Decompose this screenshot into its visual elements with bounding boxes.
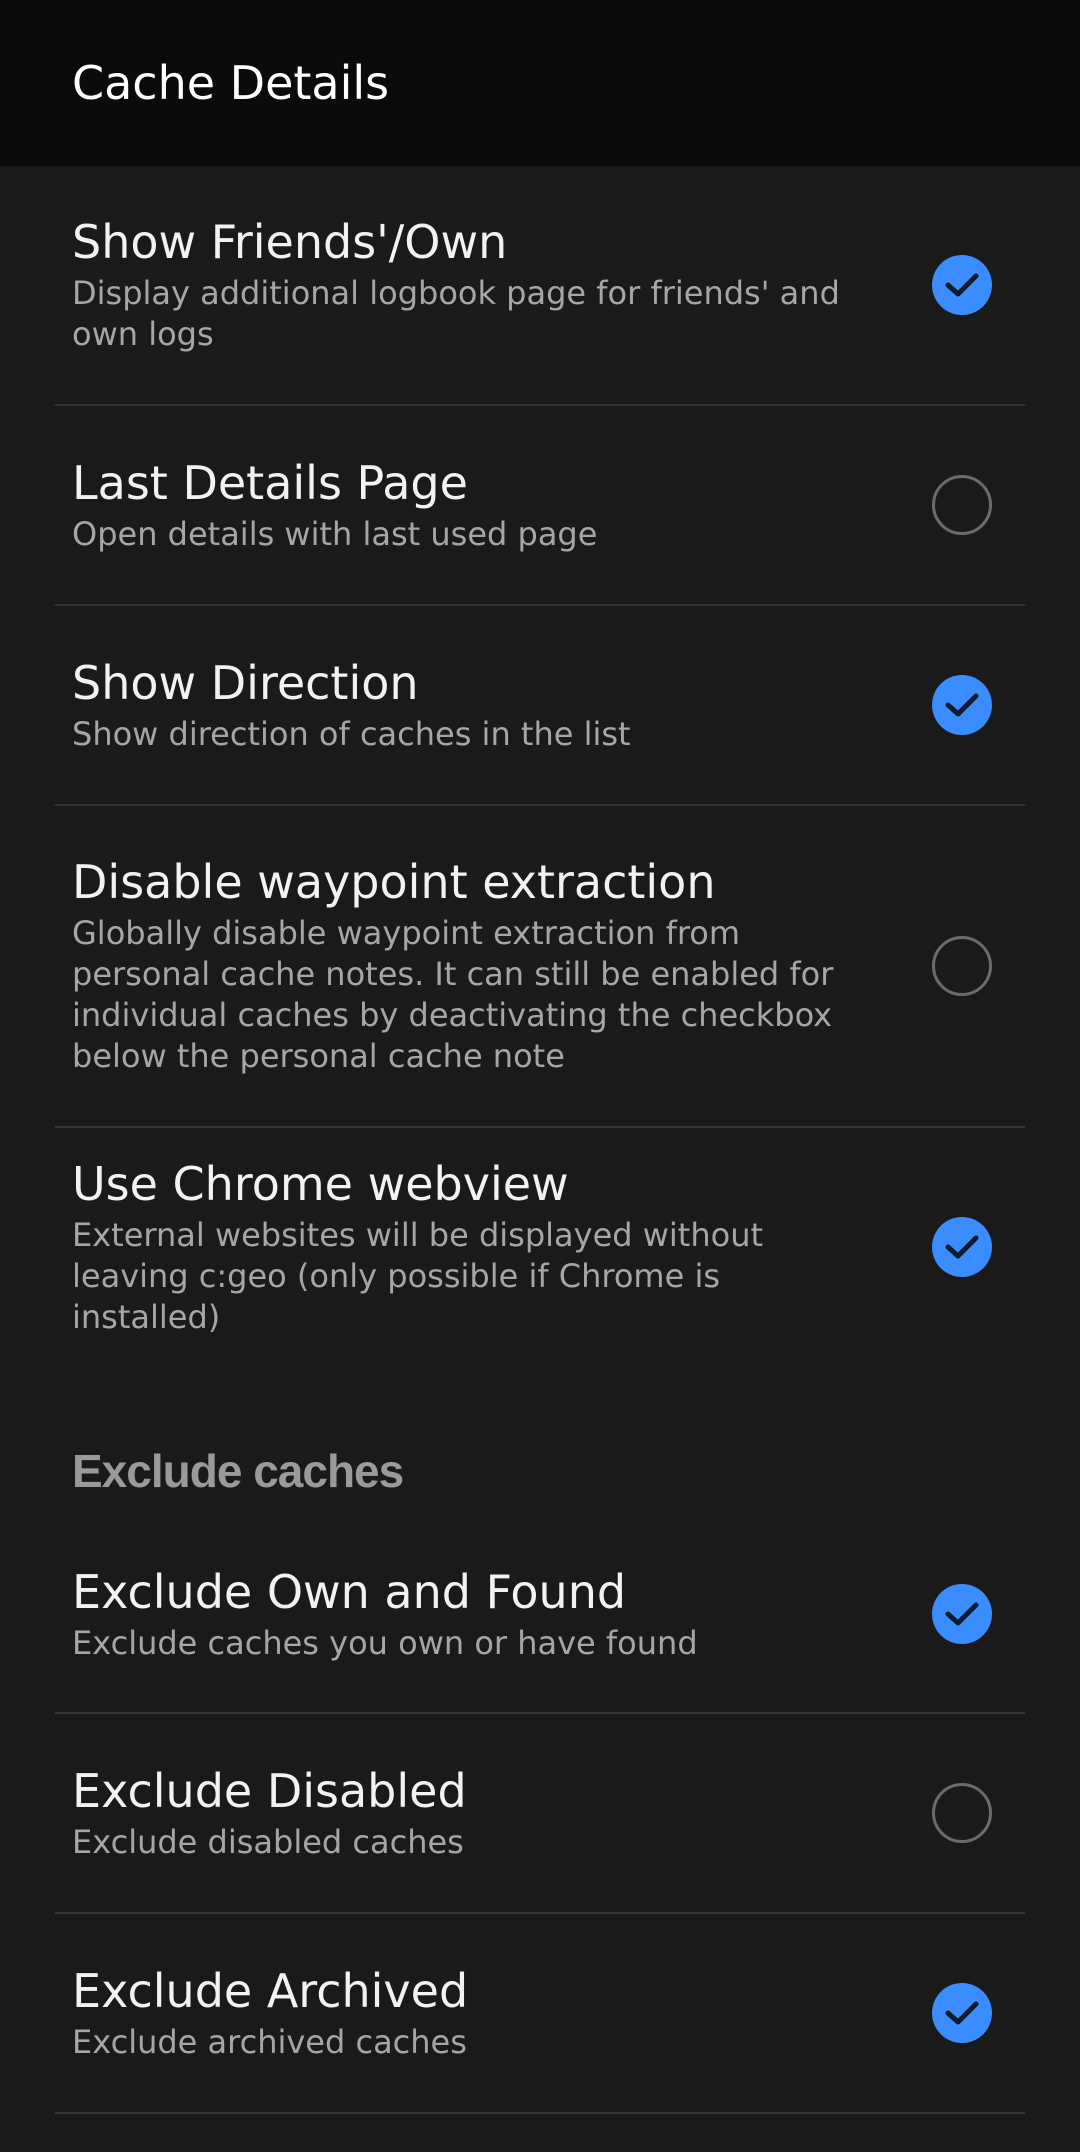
- setting-title: Show Friends'/Own: [72, 215, 508, 269]
- section-title: Exclude caches: [72, 1445, 404, 1497]
- setting-exclude-archived[interactable]: Exclude Archived Exclude archived caches: [0, 1914, 1080, 2112]
- setting-subtitle: Display additional logbook page for frie…: [72, 274, 840, 353]
- setting-show-friends-own[interactable]: Show Friends'/Own Display additional log…: [0, 166, 1080, 404]
- setting-title: Disable waypoint extraction: [72, 855, 716, 909]
- check-icon: [945, 1602, 979, 1626]
- setting-subtitle: Open details with last used page: [72, 514, 598, 553]
- setting-subtitle: Exclude disabled caches: [72, 1822, 464, 1861]
- checkbox-show-direction[interactable]: [932, 675, 992, 735]
- setting-title: Exclude Archived: [72, 1963, 469, 2018]
- checkbox-exclude-own-found[interactable]: [932, 1584, 992, 1644]
- checkbox-show-friends-own[interactable]: [932, 255, 992, 315]
- setting-subtitle: Globally disable waypoint extraction fro…: [72, 914, 834, 1075]
- setting-exclude-own-found[interactable]: Exclude Own and Found Exclude caches you…: [0, 1516, 1080, 1712]
- setting-use-chrome-webview[interactable]: Use Chrome webview External websites wil…: [0, 1128, 1080, 1366]
- setting-subtitle: Show direction of caches in the list: [72, 714, 631, 753]
- setting-subtitle: Exclude caches you own or have found: [72, 1623, 698, 1662]
- setting-show-direction[interactable]: Show Direction Show direction of caches …: [0, 606, 1080, 804]
- check-icon: [945, 693, 979, 717]
- check-icon: [945, 273, 979, 297]
- setting-title: Last Details Page: [72, 455, 468, 510]
- check-icon: [945, 1235, 979, 1259]
- setting-title: Show Direction: [72, 655, 419, 710]
- setting-exclude-disabled[interactable]: Exclude Disabled Exclude disabled caches: [0, 1714, 1080, 1912]
- checkbox-exclude-archived[interactable]: [932, 1983, 992, 2043]
- page-title: Cache Details: [72, 56, 390, 110]
- checkbox-disable-waypoint-extraction[interactable]: [932, 936, 992, 996]
- setting-title: Exclude Own and Found: [72, 1564, 627, 1619]
- setting-disable-waypoint-extraction[interactable]: Disable waypoint extraction Globally dis…: [0, 806, 1080, 1126]
- divider: [55, 2112, 1025, 2114]
- setting-last-details-page[interactable]: Last Details Page Open details with last…: [0, 406, 1080, 604]
- checkbox-last-details-page[interactable]: [932, 475, 992, 535]
- setting-title: Exclude Disabled: [72, 1763, 467, 1818]
- check-icon: [945, 2001, 979, 2025]
- setting-title: Use Chrome webview: [72, 1156, 569, 1211]
- setting-subtitle: External websites will be displayed with…: [72, 1215, 764, 1336]
- setting-subtitle: Exclude archived caches: [72, 2022, 467, 2061]
- checkbox-exclude-disabled[interactable]: [932, 1783, 992, 1843]
- app-bar: Cache Details: [0, 0, 1080, 166]
- checkbox-use-chrome-webview[interactable]: [932, 1217, 992, 1277]
- section-header: Exclude caches: [0, 1366, 1080, 1516]
- settings-list: Show Friends'/Own Display additional log…: [0, 166, 1080, 2114]
